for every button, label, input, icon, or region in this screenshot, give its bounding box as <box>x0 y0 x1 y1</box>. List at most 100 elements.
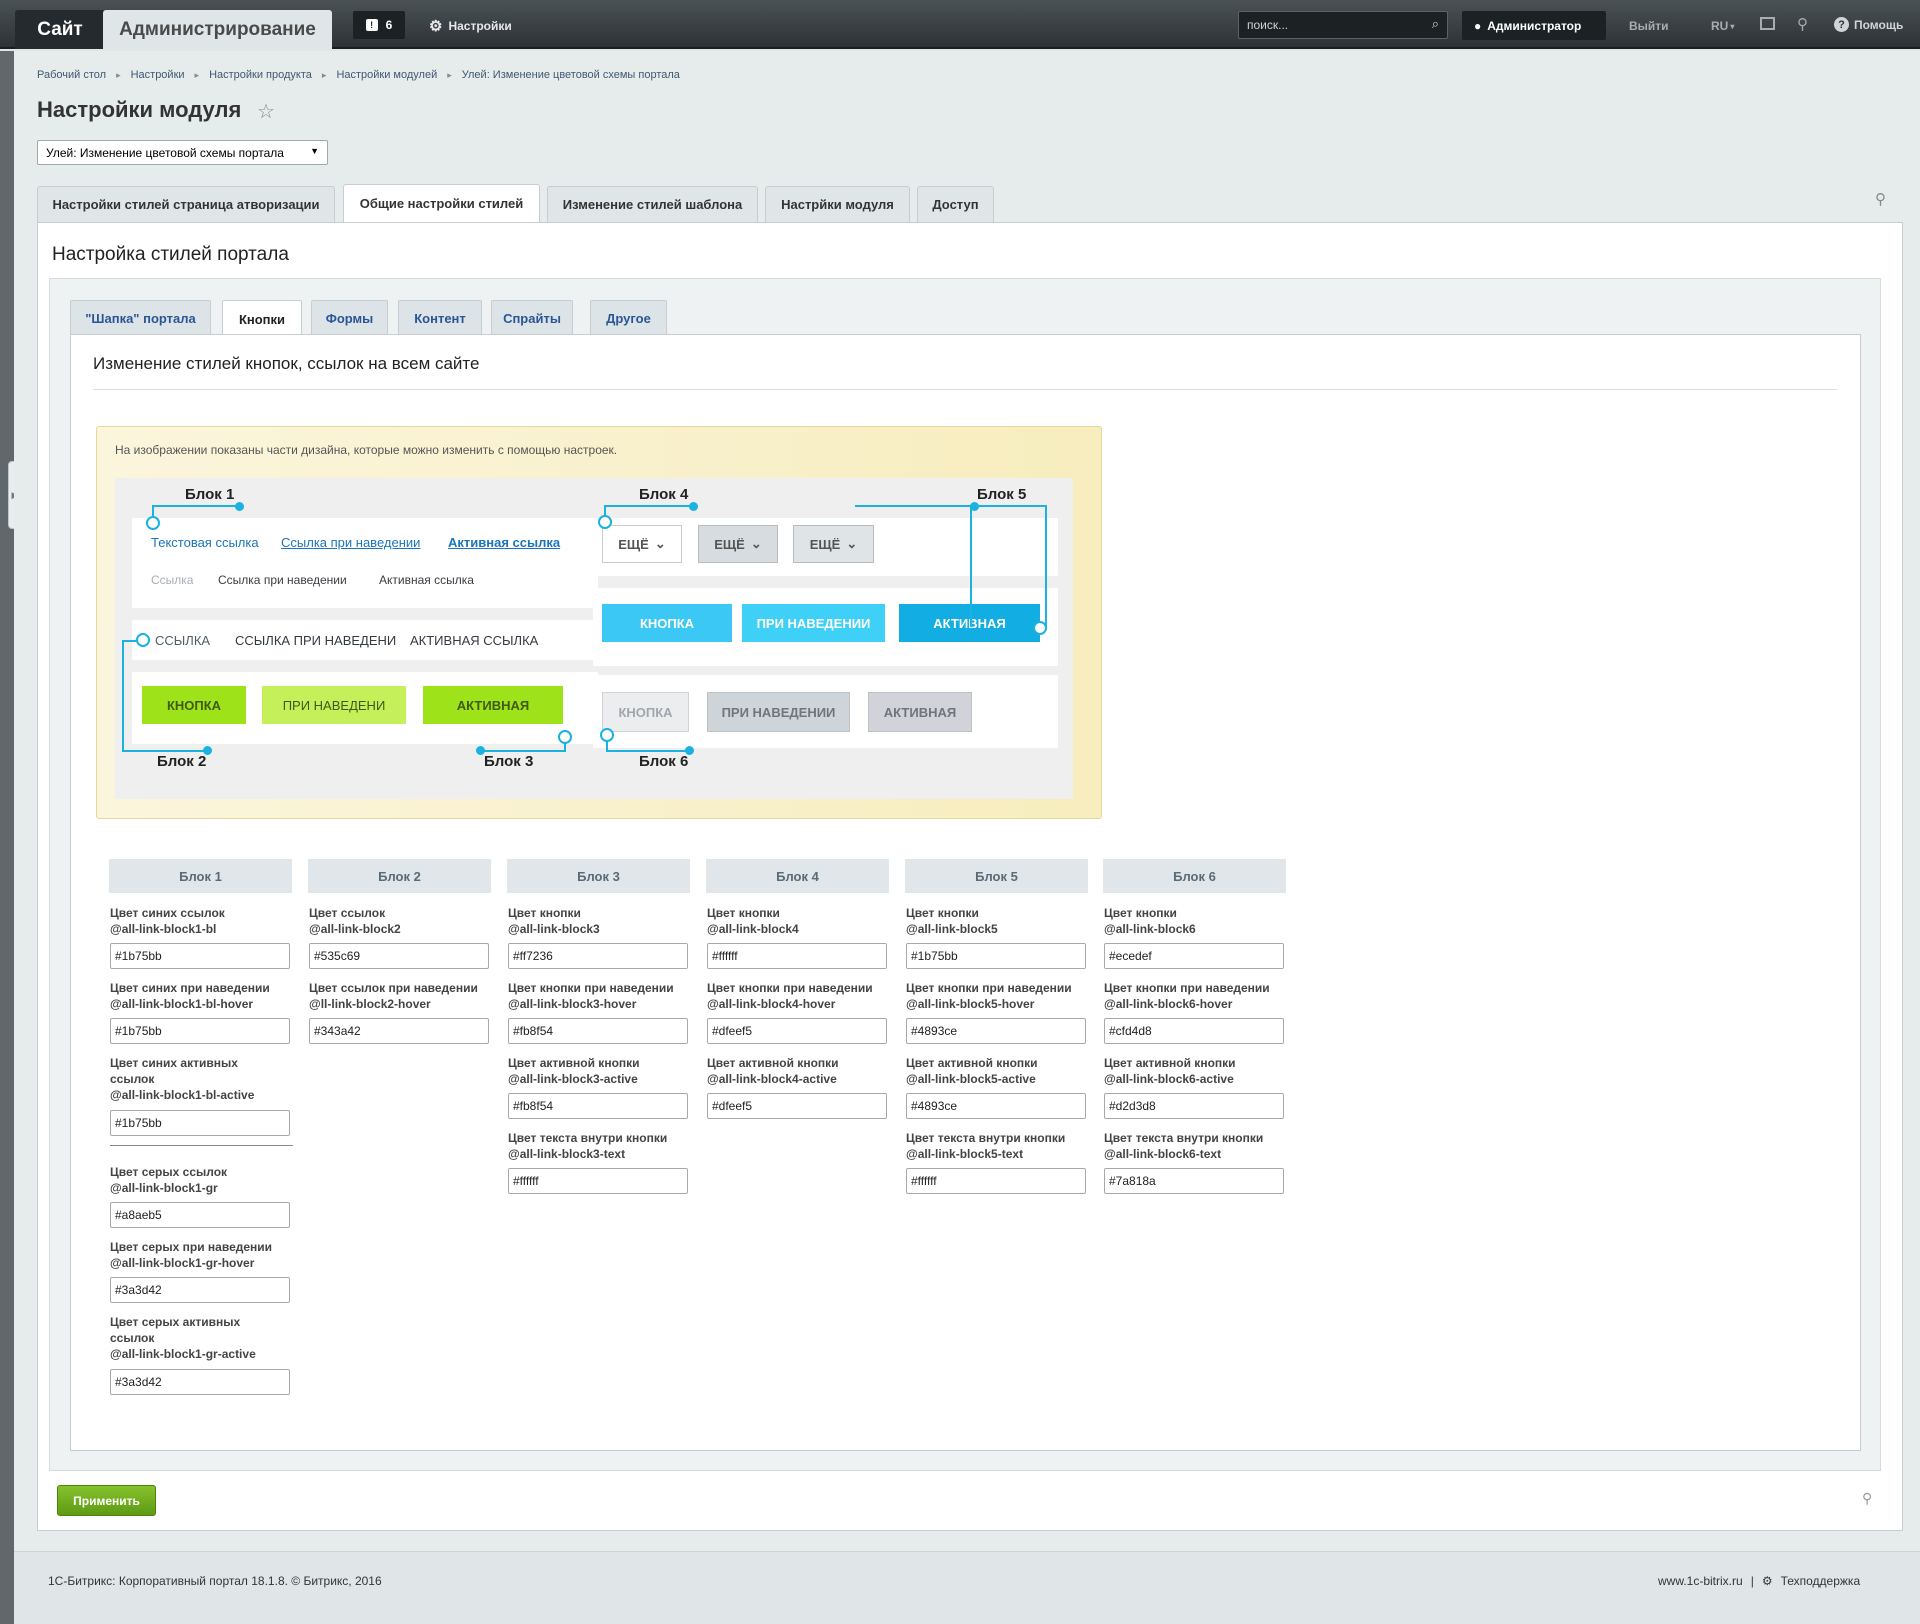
field-label: Цвет текста внутри кнопки @all-link-block… <box>1104 1130 1288 1162</box>
callout-line <box>480 750 566 752</box>
field-label: Цвет активной кнопки @all-link-block5-act… <box>906 1055 1090 1087</box>
user-icon: ● <box>1474 18 1482 33</box>
color-value-input[interactable]: #ffffff <box>508 1168 688 1194</box>
field-variable-name: @all-link-block1-bl-active <box>110 1088 255 1102</box>
logout-link[interactable]: Выйти <box>1629 19 1669 33</box>
color-value-input[interactable]: #cfd4d8 <box>1104 1018 1284 1044</box>
search-input[interactable]: поиск... ⌕ <box>1238 11 1448 39</box>
color-value-input[interactable]: #343a42 <box>309 1018 489 1044</box>
tab-template-styles[interactable]: Изменение стилей шаблона <box>547 186 758 222</box>
settings-link[interactable]: ⚙ Настройки <box>429 17 512 35</box>
tab-auth-styles[interactable]: Настройки стилей страница атворизации <box>37 186 335 222</box>
breadcrumb-item[interactable]: Настройки модулей <box>336 69 437 81</box>
preview-more-label: ЕЩЁ <box>809 536 841 552</box>
breadcrumb-item[interactable]: Настройки продукта <box>209 69 312 81</box>
subtab-other[interactable]: Другое <box>590 300 667 335</box>
color-value-input[interactable]: #3a3d42 <box>110 1369 290 1395</box>
site-tab[interactable]: Сайт <box>15 10 105 49</box>
color-value-input[interactable]: #4893ce <box>906 1093 1086 1119</box>
subtab-buttons[interactable]: Кнопки <box>222 300 302 337</box>
pin-icon[interactable]: ⚲ <box>1862 1490 1872 1507</box>
color-value-input[interactable]: #1b75bb <box>110 943 290 969</box>
color-value-input[interactable]: #1b75bb <box>110 1110 290 1136</box>
pin-tabs-icon[interactable]: ⚲ <box>1875 190 1886 208</box>
divider <box>93 389 1837 390</box>
color-value-input[interactable]: #fb8f54 <box>508 1093 688 1119</box>
panel-title: Настройка стилей портала <box>52 244 289 265</box>
admin-tab[interactable]: Администрирование <box>103 10 332 49</box>
search-icon[interactable]: ⌕ <box>1432 16 1439 32</box>
field-label: Цвет текста внутри кнопки @all-link-block… <box>508 1130 692 1162</box>
color-value-input[interactable]: #fb8f54 <box>508 1018 688 1044</box>
field-variable-name: @all-link-block1-gr-hover <box>110 1256 255 1270</box>
subtab-header[interactable]: "Шапка" портала <box>70 300 211 335</box>
field-label: Цвет кнопки при наведении @all-link-block… <box>1104 980 1288 1012</box>
help-link[interactable]: ? Помощь <box>1834 17 1903 32</box>
color-value-input[interactable]: #a8aeb5 <box>110 1202 290 1228</box>
field-variable-name: @all-link-block3 <box>508 922 600 936</box>
block-label-6: Блок 6 <box>639 753 689 770</box>
color-value-input[interactable]: #1b75bb <box>906 943 1086 969</box>
color-value-input[interactable]: #d2d3d8 <box>1104 1093 1284 1119</box>
color-value-input[interactable]: #535c69 <box>309 943 489 969</box>
favorite-star-icon[interactable]: ☆ <box>257 99 275 124</box>
tab-general-styles[interactable]: Общие настройки стилей <box>343 184 540 222</box>
footer-support-link[interactable]: Техподдержка <box>1781 1574 1861 1588</box>
color-value-input[interactable]: #1b75bb <box>110 1018 290 1044</box>
field-variable-name: @all-link-block5-active <box>906 1072 1036 1086</box>
field-label: Цвет кнопки при наведении @all-link-block… <box>707 980 891 1012</box>
section-title: Изменение стилей кнопок, ссылок на всем … <box>93 354 480 373</box>
color-value-input[interactable]: #dfeef5 <box>707 1018 887 1044</box>
user-button[interactable]: ● Администратор <box>1462 11 1606 40</box>
color-value-input[interactable]: #dfeef5 <box>707 1093 887 1119</box>
tab-access[interactable]: Доступ <box>917 186 994 222</box>
breadcrumb-item[interactable]: Улей: Изменение цветовой схемы портала <box>462 69 680 81</box>
left-strip <box>0 51 14 1624</box>
callout-line <box>855 505 972 507</box>
footer-site-link[interactable]: www.1c-bitrix.ru <box>1658 1574 1743 1588</box>
field-variable-name: @all-link-block5-hover <box>906 997 1035 1011</box>
field-label: Цвет синих ссылок @all-link-block1-bl <box>110 905 294 937</box>
subtab-forms[interactable]: Формы <box>311 300 388 335</box>
chevron-down-icon: ⌄ <box>846 536 858 551</box>
field-variable-name: @all-link-block6-text <box>1104 1147 1222 1161</box>
language-switcher[interactable]: RU ▾ <box>1711 19 1734 33</box>
field-variable-name: @all-link-block3-text <box>508 1147 626 1161</box>
window-icon[interactable] <box>1760 17 1775 30</box>
settings-label: Настройки <box>448 19 512 33</box>
preview-green-button-hover: ПРИ НАВЕДЕНИ <box>262 686 406 724</box>
subtab-sprites[interactable]: Спрайты <box>491 300 573 335</box>
color-value-input[interactable]: #ffffff <box>906 1168 1086 1194</box>
block-label-4: Блок 4 <box>639 486 689 503</box>
block-column: Блок 1 <box>109 859 292 893</box>
chevron-down-icon: ▾ <box>1730 21 1735 31</box>
tab-module-settings[interactable]: Настрйки модуля <box>765 186 910 222</box>
field-label: Цвет кнопки при наведении @all-link-block… <box>906 980 1090 1012</box>
field-variable-name: @all-link-block1-gr <box>110 1181 218 1195</box>
field-label: Цвет активной кнопки @all-link-block6-act… <box>1104 1055 1288 1087</box>
color-value-input[interactable]: #3a3d42 <box>110 1277 290 1303</box>
field-label: Цвет серых ссылок @all-link-block1-gr <box>110 1164 294 1196</box>
module-select[interactable]: Улей: Изменение цветовой схемы портала ▼ <box>37 140 328 165</box>
field-label: Цвет активной кнопки @all-link-block3-act… <box>508 1055 692 1087</box>
preview-blue-link-active: Активная ссылка <box>448 535 561 550</box>
breadcrumb-item[interactable]: Рабочий стол <box>37 69 106 81</box>
subtab-content[interactable]: Контент <box>398 300 482 335</box>
block-column: Блок 6 <box>1103 859 1286 893</box>
field-label-text: Цвет активной кнопки <box>707 1056 839 1070</box>
design-preview: Текстовая ссылка Ссылка при наведении Ак… <box>115 478 1073 799</box>
color-value-input[interactable]: #ecedef <box>1104 943 1284 969</box>
field-label-text: Цвет кнопки <box>1104 906 1177 920</box>
color-value-input[interactable]: #ff7236 <box>508 943 688 969</box>
color-value-input[interactable]: #ffffff <box>707 943 887 969</box>
apply-button[interactable]: Применить <box>57 1485 156 1516</box>
field-variable-name: @all-link-block6 <box>1104 922 1196 936</box>
callout-line <box>970 505 972 627</box>
field-label: Цвет синих при наведении @all-link-block1… <box>110 980 294 1012</box>
pin-icon[interactable]: ⚲ <box>1797 15 1808 33</box>
color-value-input[interactable]: #4893ce <box>906 1018 1086 1044</box>
color-value-input[interactable]: #7a818a <box>1104 1168 1284 1194</box>
breadcrumb: Рабочий стол ▸ Настройки ▸ Настройки проду… <box>37 69 680 81</box>
breadcrumb-item[interactable]: Настройки <box>131 69 185 81</box>
notifications-button[interactable]: ! 6 <box>353 11 405 39</box>
